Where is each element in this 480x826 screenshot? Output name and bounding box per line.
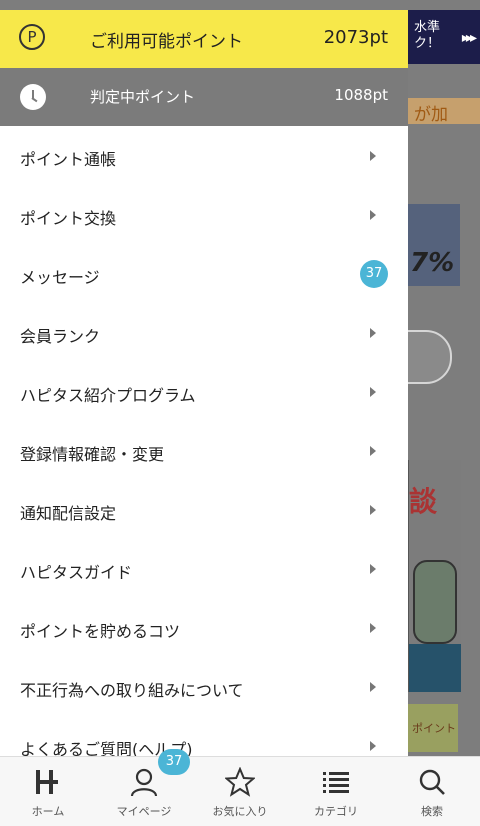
tab-home[interactable]: ホーム bbox=[0, 757, 96, 826]
chevron-right-icon bbox=[370, 623, 376, 633]
menu-item-label: メッセージ bbox=[20, 268, 100, 287]
menu-item-notification-settings[interactable]: 通知配信設定 bbox=[0, 480, 408, 539]
tab-favorites[interactable]: お気に入り bbox=[192, 757, 288, 826]
menu-item-label: ハピタス紹介プログラム bbox=[20, 386, 196, 405]
drawer-menu: ポイント通帳 ポイント交換 メッセージ 37 会員ランク ハピタス紹介プログラム… bbox=[0, 126, 408, 756]
chevron-right-icon bbox=[370, 446, 376, 456]
message-count-badge: 37 bbox=[360, 260, 388, 288]
available-points-value: 2073pt bbox=[323, 27, 388, 48]
triple-arrow-icon: ▸▸▸ bbox=[461, 30, 477, 46]
menu-item-point-exchange[interactable]: ポイント交換 bbox=[0, 185, 408, 244]
pending-points-row[interactable]: 判定中ポイント 1088pt bbox=[0, 68, 408, 126]
menu-item-label: ポイント通帳 bbox=[20, 150, 117, 169]
point-coin-icon: P bbox=[19, 24, 45, 50]
chevron-right-icon bbox=[370, 682, 376, 692]
menu-item-member-rank[interactable]: 会員ランク bbox=[0, 303, 408, 362]
ad-banner-footer bbox=[409, 644, 461, 692]
tab-search[interactable]: 検索 bbox=[384, 757, 480, 826]
list-icon bbox=[323, 772, 349, 793]
clock-icon bbox=[20, 84, 46, 110]
menu-item-referral-program[interactable]: ハピタス紹介プログラム bbox=[0, 362, 408, 421]
tab-label: ホーム bbox=[31, 805, 65, 818]
promo-banner: 7% bbox=[408, 204, 460, 286]
pending-points-value: 1088pt bbox=[334, 86, 388, 104]
available-points-row[interactable]: P ご利用可能ポイント 2073pt bbox=[0, 10, 408, 68]
menu-item-label: ハピタスガイド bbox=[20, 563, 133, 582]
top-banner: 水準 ク！ ▸▸▸ bbox=[408, 10, 480, 64]
bottom-tab-bar: ホーム マイページ お気に入り カテゴリ 検索 bbox=[0, 756, 480, 826]
search-icon bbox=[419, 769, 445, 795]
side-drawer: P ご利用可能ポイント 2073pt 判定中ポイント 1088pt ポイント通帳… bbox=[0, 10, 408, 756]
chevron-right-icon bbox=[370, 741, 376, 751]
tab-label: マイページ bbox=[116, 805, 172, 818]
menu-item-saving-tips[interactable]: ポイントを貯めるコツ bbox=[0, 598, 408, 657]
home-logo-icon bbox=[36, 770, 58, 794]
chevron-right-icon bbox=[370, 387, 376, 397]
tab-label: カテゴリ bbox=[314, 805, 358, 818]
star-icon bbox=[225, 767, 255, 797]
tab-label: 検索 bbox=[421, 805, 443, 818]
ad-banner: 談 bbox=[408, 460, 461, 692]
menu-item-label: ポイント交換 bbox=[20, 209, 117, 228]
menu-item-label: ポイントを貯めるコツ bbox=[20, 622, 181, 641]
menu-item-account-settings[interactable]: 登録情報確認・変更 bbox=[0, 421, 408, 480]
tab-categories[interactable]: カテゴリ bbox=[288, 757, 384, 826]
ad-illustration bbox=[413, 560, 457, 644]
menu-item-messages[interactable]: メッセージ 37 bbox=[0, 244, 408, 303]
menu-item-label: 通知配信設定 bbox=[20, 504, 117, 523]
menu-item-fraud-policy[interactable]: 不正行為への取り組みについて bbox=[0, 657, 408, 716]
menu-item-faq[interactable]: よくあるご質問(ヘルプ) bbox=[0, 716, 408, 756]
chevron-right-icon bbox=[370, 210, 376, 220]
mypage-notification-badge: 37 bbox=[158, 749, 190, 775]
menu-item-label: 不正行為への取り組みについて bbox=[20, 681, 244, 700]
campaign-banner: ポイント bbox=[408, 704, 458, 752]
orange-link: が加 bbox=[408, 98, 480, 125]
chevron-right-icon bbox=[370, 564, 376, 574]
menu-item-label: 会員ランク bbox=[20, 327, 101, 346]
chevron-right-icon bbox=[370, 505, 376, 515]
chevron-right-icon bbox=[370, 328, 376, 338]
person-icon bbox=[130, 768, 158, 797]
tab-label: お気に入り bbox=[212, 805, 268, 818]
menu-item-guide[interactable]: ハピタスガイド bbox=[0, 539, 408, 598]
chevron-right-icon bbox=[370, 151, 376, 161]
pending-points-label: 判定中ポイント bbox=[90, 88, 196, 106]
available-points-label: ご利用可能ポイント bbox=[90, 32, 243, 52]
menu-item-label: 登録情報確認・変更 bbox=[20, 445, 165, 464]
top-banner-text: 水準 ク！ bbox=[414, 20, 441, 51]
menu-item-point-passbook[interactable]: ポイント通帳 bbox=[0, 126, 408, 185]
